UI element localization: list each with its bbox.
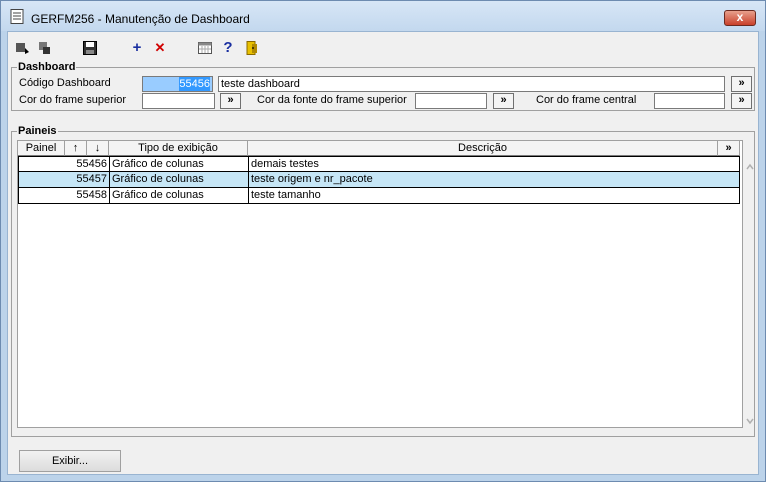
exit-icon[interactable] (244, 40, 260, 56)
table-row[interactable]: 55457 Gráfico de colunas teste origem e … (18, 172, 740, 188)
codigo-dashboard-label: Código Dashboard (19, 77, 111, 89)
exibir-button[interactable]: Exibir... (19, 450, 121, 472)
cor-frame-superior-button[interactable]: » (220, 93, 241, 109)
dashboard-group-label: Dashboard (17, 61, 77, 73)
calendar-grid-icon[interactable] (197, 40, 213, 56)
cell-painel: 55456 (19, 157, 110, 172)
table-row[interactable]: 55456 Gráfico de colunas demais testes (18, 156, 740, 172)
cor-fonte-frame-superior-button[interactable]: » (493, 93, 514, 109)
cell-tipo: Gráfico de colunas (110, 172, 249, 187)
main-panel: + ✕ ? Dashboard Código Dashboard 55456 t… (7, 31, 759, 475)
title-bar: GERFM256 - Manutenção de Dashboard x (1, 1, 765, 31)
close-button[interactable]: x (724, 10, 756, 26)
dashboard-more-button[interactable]: » (731, 76, 752, 92)
codigo-dashboard-field[interactable]: 55456 (142, 76, 213, 92)
grid-more-button[interactable]: » (718, 141, 740, 156)
window-title: GERFM256 - Manutenção de Dashboard (31, 12, 250, 26)
cell-descricao: teste tamanho (251, 189, 321, 201)
scroll-up-icon[interactable] (744, 161, 756, 173)
cor-frame-central-button[interactable]: » (731, 93, 752, 109)
cor-frame-central-field[interactable] (654, 93, 725, 109)
cell-descricao: demais testes (251, 158, 319, 170)
add-icon[interactable]: + (129, 40, 145, 56)
sort-down-button[interactable]: ↓ (87, 141, 109, 156)
help-icon[interactable]: ? (220, 40, 236, 56)
previous-record-icon[interactable] (36, 40, 52, 56)
first-record-icon[interactable] (14, 40, 30, 56)
cor-frame-superior-label: Cor do frame superior (19, 94, 126, 106)
cell-descricao: teste origem e nr_pacote (251, 173, 373, 185)
app-window: GERFM256 - Manutenção de Dashboard x + ✕… (0, 0, 766, 482)
col-header-painel[interactable]: Painel (18, 141, 65, 156)
sort-up-button[interactable]: ↑ (65, 141, 87, 156)
cell-painel: 55457 (19, 172, 110, 187)
save-icon[interactable] (82, 40, 98, 56)
col-header-tipo[interactable]: Tipo de exibição (109, 141, 248, 156)
cor-frame-central-label: Cor do frame central (536, 94, 637, 106)
cor-fonte-frame-superior-label: Cor da fonte do frame superior (257, 94, 407, 106)
table-row[interactable]: 55458 Gráfico de colunas teste tamanho (18, 188, 740, 204)
document-icon (10, 9, 24, 24)
paineis-grid: Painel ↑ ↓ Tipo de exibição Descrição » … (17, 140, 754, 428)
paineis-group-label: Paineis (17, 125, 58, 137)
cell-painel: 55458 (19, 188, 110, 203)
col-header-descricao[interactable]: Descrição (248, 141, 718, 156)
cell-tipo: Gráfico de colunas (110, 188, 249, 203)
dashboard-name-field[interactable]: teste dashboard (218, 76, 725, 92)
cell-tipo: Gráfico de colunas (110, 157, 249, 172)
delete-icon[interactable]: ✕ (152, 40, 168, 56)
cor-fonte-frame-superior-field[interactable] (415, 93, 487, 109)
scroll-down-icon[interactable] (744, 415, 756, 427)
cor-frame-superior-field[interactable] (142, 93, 215, 109)
